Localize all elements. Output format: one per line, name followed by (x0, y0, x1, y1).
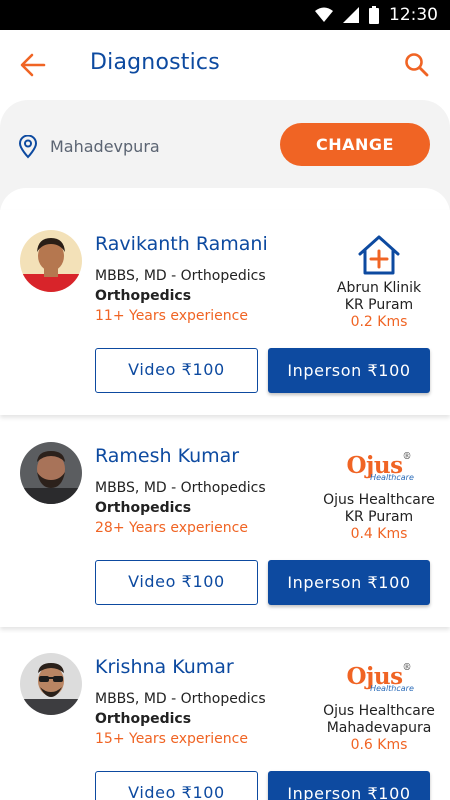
doctor-degree: MBBS, MD - Orthopedics (95, 268, 266, 284)
doctor-name[interactable]: Ravikanth Ramani (95, 233, 268, 255)
app-bar: Diagnostics (0, 30, 450, 100)
ojus-logo: Ojus® Healthcare (346, 452, 414, 482)
video-consult-button[interactable]: Video ₹100 (95, 348, 258, 393)
clinic-distance: 0.2 Kms (350, 314, 408, 330)
search-button[interactable] (404, 52, 430, 78)
back-arrow-icon (20, 53, 46, 77)
doctor-degree: MBBS, MD - Orthopedics (95, 480, 266, 496)
doctor-specialty: Orthopedics (95, 711, 192, 727)
clinic-info: Abrun Klinik KR Puram 0.2 Kms (318, 230, 440, 331)
clinic-info: Ojus® Healthcare Ojus Healthcare KR Pura… (318, 442, 440, 543)
doctor-experience: 28+ Years experience (95, 520, 248, 536)
wifi-icon (315, 7, 333, 22)
doctor-degree: MBBS, MD - Orthopedics (95, 691, 266, 707)
doctor-name[interactable]: Ramesh Kumar (95, 445, 239, 467)
back-button[interactable] (20, 52, 50, 78)
search-icon (405, 53, 429, 77)
clinic-logo (318, 230, 440, 280)
clinic-area: Mahadevapura (326, 720, 432, 736)
clinic-name: Ojus Healthcare (323, 492, 435, 508)
clinic-area: KR Puram (344, 509, 414, 525)
doctor-experience: 15+ Years experience (95, 731, 248, 747)
status-bar: 12:30 (0, 0, 450, 30)
battery-icon (369, 6, 379, 24)
clinic-distance: 0.6 Kms (350, 737, 408, 753)
inperson-consult-button[interactable]: Inperson ₹100 (268, 771, 430, 800)
video-consult-button[interactable]: Video ₹100 (95, 560, 258, 605)
clinic-distance: 0.4 Kms (350, 526, 408, 542)
doctor-list: Ravikanth Ramani MBBS, MD - Orthopedics … (0, 188, 450, 800)
page-title: Diagnostics (90, 50, 220, 75)
doctor-card[interactable]: Krishna Kumar MBBS, MD - Orthopedics Ort… (0, 633, 450, 800)
ojus-logo: Ojus® Healthcare (346, 663, 414, 693)
clock: 12:30 (389, 5, 438, 25)
clinic-name: Ojus Healthcare (323, 703, 435, 719)
doctor-card[interactable]: Ramesh Kumar MBBS, MD - Orthopedics Orth… (0, 422, 450, 627)
clinic-area: KR Puram (344, 297, 414, 313)
doctor-specialty: Orthopedics (95, 500, 192, 516)
doctor-name[interactable]: Krishna Kumar (95, 656, 234, 678)
clinic-name: Abrun Klinik (336, 280, 422, 296)
inperson-consult-button[interactable]: Inperson ₹100 (268, 560, 430, 605)
location-pin-icon (18, 135, 38, 159)
doctor-card[interactable]: Ravikanth Ramani MBBS, MD - Orthopedics … (0, 210, 450, 415)
signal-icon (343, 7, 359, 23)
clinic-info: Ojus® Healthcare Ojus Healthcare Mahadev… (318, 653, 440, 754)
doctor-specialty: Orthopedics (95, 288, 192, 304)
video-consult-button[interactable]: Video ₹100 (95, 771, 258, 800)
change-location-button[interactable]: CHANGE (280, 123, 430, 166)
house-plus-icon (358, 235, 400, 275)
inperson-consult-button[interactable]: Inperson ₹100 (268, 348, 430, 393)
location-value[interactable]: Mahadevpura (50, 137, 160, 156)
doctor-experience: 11+ Years experience (95, 308, 248, 324)
avatar (20, 230, 82, 292)
avatar (20, 442, 82, 504)
avatar (20, 653, 82, 715)
status-icons: 12:30 (315, 5, 438, 25)
